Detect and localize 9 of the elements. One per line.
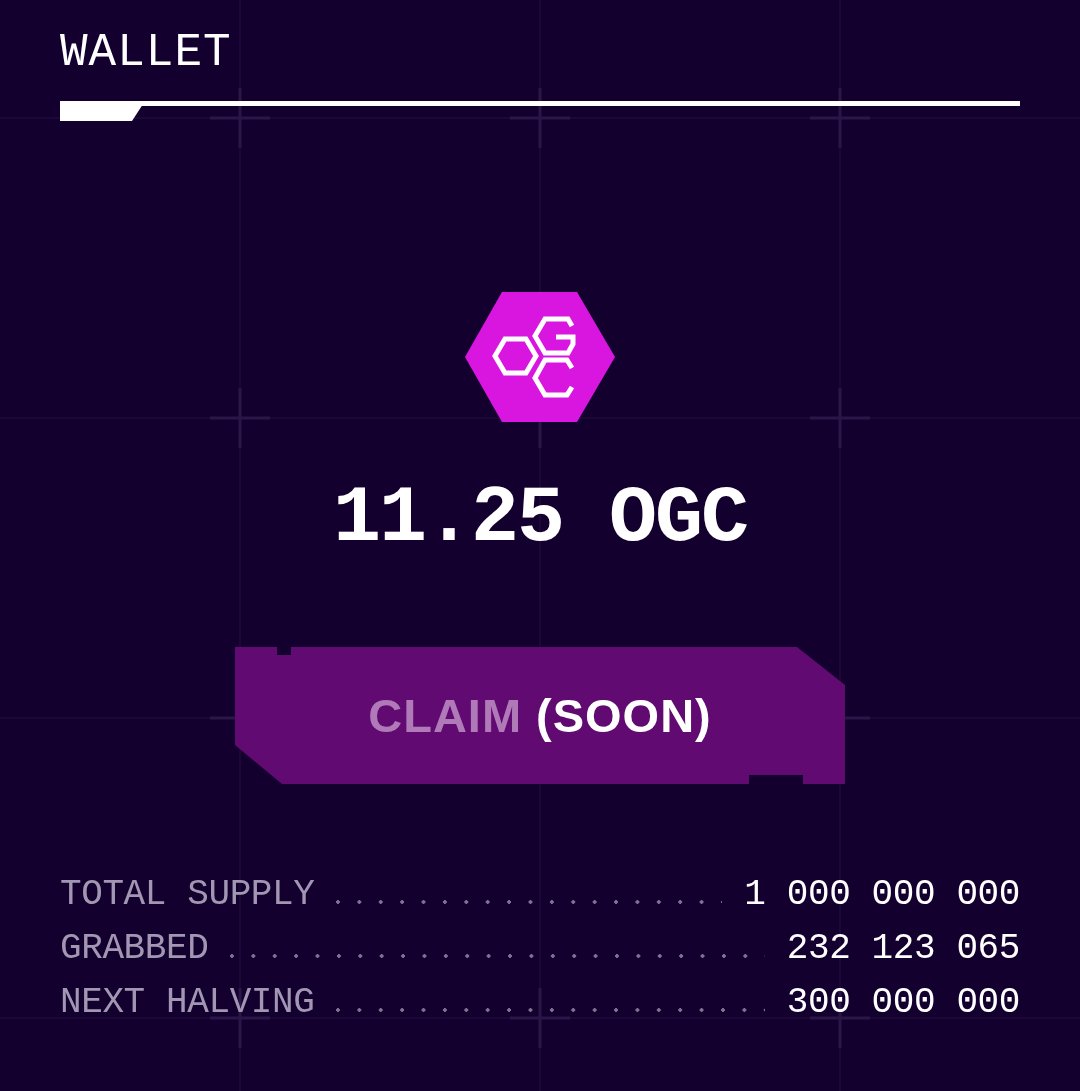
stat-value: 232 123 065 <box>786 927 1020 971</box>
hexagon-logo-icon <box>465 292 615 422</box>
stat-label: TOTAL SUPPLY <box>60 873 315 917</box>
stat-label: GRABBED <box>60 927 209 971</box>
stat-value: 1 000 000 000 <box>744 873 1020 917</box>
page-title: WALLET <box>60 30 232 76</box>
balance-amount: 11.25 OGC <box>332 479 748 559</box>
stat-value: 300 000 000 <box>786 981 1020 1025</box>
stat-label: NEXT HALVING <box>60 981 315 1025</box>
